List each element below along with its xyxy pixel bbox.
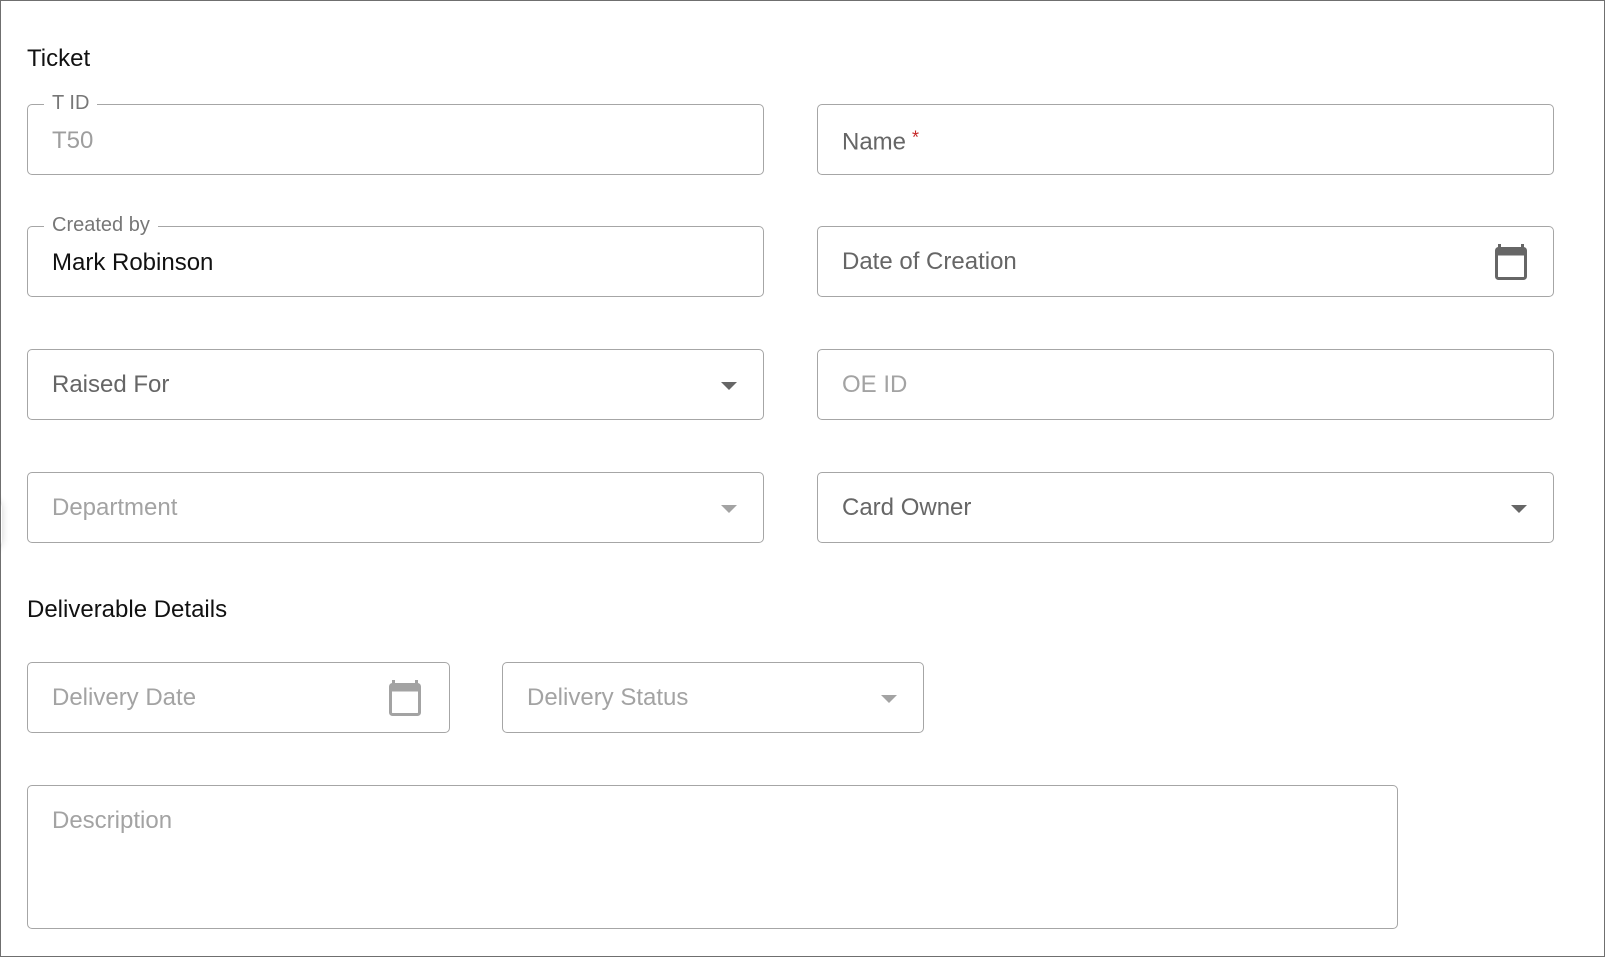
calendar-icon[interactable] bbox=[389, 679, 421, 716]
card-owner-select[interactable]: Card Owner bbox=[817, 472, 1554, 543]
created-by-label: Created by bbox=[44, 213, 158, 237]
delivery-date-label: Delivery Date bbox=[52, 683, 197, 711]
tid-value: T50 bbox=[52, 127, 94, 154]
raised-for-label: Raised For bbox=[52, 370, 170, 398]
oe-id-input[interactable]: OE ID bbox=[817, 349, 1554, 420]
delivery-date-input[interactable]: Delivery Date bbox=[27, 662, 450, 733]
oe-id-label: OE ID bbox=[842, 370, 908, 398]
department-select[interactable]: Department bbox=[27, 472, 764, 543]
card-owner-label: Card Owner bbox=[842, 493, 972, 521]
tid-label: T ID bbox=[44, 91, 98, 115]
side-drawer-handle[interactable] bbox=[0, 500, 2, 548]
chevron-down-icon[interactable] bbox=[881, 694, 897, 703]
section-title-ticket: Ticket bbox=[27, 45, 91, 72]
chevron-down-icon[interactable] bbox=[721, 504, 737, 513]
delivery-status-label: Delivery Status bbox=[527, 683, 689, 711]
name-input[interactable]: Name * bbox=[817, 104, 1554, 175]
date-of-creation-input[interactable]: Date of Creation bbox=[817, 226, 1554, 297]
delivery-status-select[interactable]: Delivery Status bbox=[502, 662, 924, 733]
raised-for-select[interactable]: Raised For bbox=[27, 349, 764, 420]
created-by-value: Mark Robinson bbox=[52, 249, 214, 276]
created-by-input[interactable]: Created by Mark Robinson bbox=[27, 213, 764, 297]
description-textarea[interactable]: Description bbox=[27, 785, 1398, 929]
department-label: Department bbox=[52, 493, 178, 521]
chevron-down-icon[interactable] bbox=[1511, 504, 1527, 513]
section-title-deliverable: Deliverable Details bbox=[27, 596, 228, 623]
description-label: Description bbox=[52, 807, 173, 834]
required-marker: * bbox=[912, 127, 920, 147]
calendar-icon[interactable] bbox=[1495, 243, 1527, 280]
tid-field: T ID T50 bbox=[27, 91, 764, 175]
chevron-down-icon[interactable] bbox=[721, 381, 737, 390]
name-label-text: Name bbox=[842, 128, 907, 155]
date-of-creation-label: Date of Creation bbox=[842, 247, 1017, 275]
name-label: Name * bbox=[842, 123, 919, 156]
